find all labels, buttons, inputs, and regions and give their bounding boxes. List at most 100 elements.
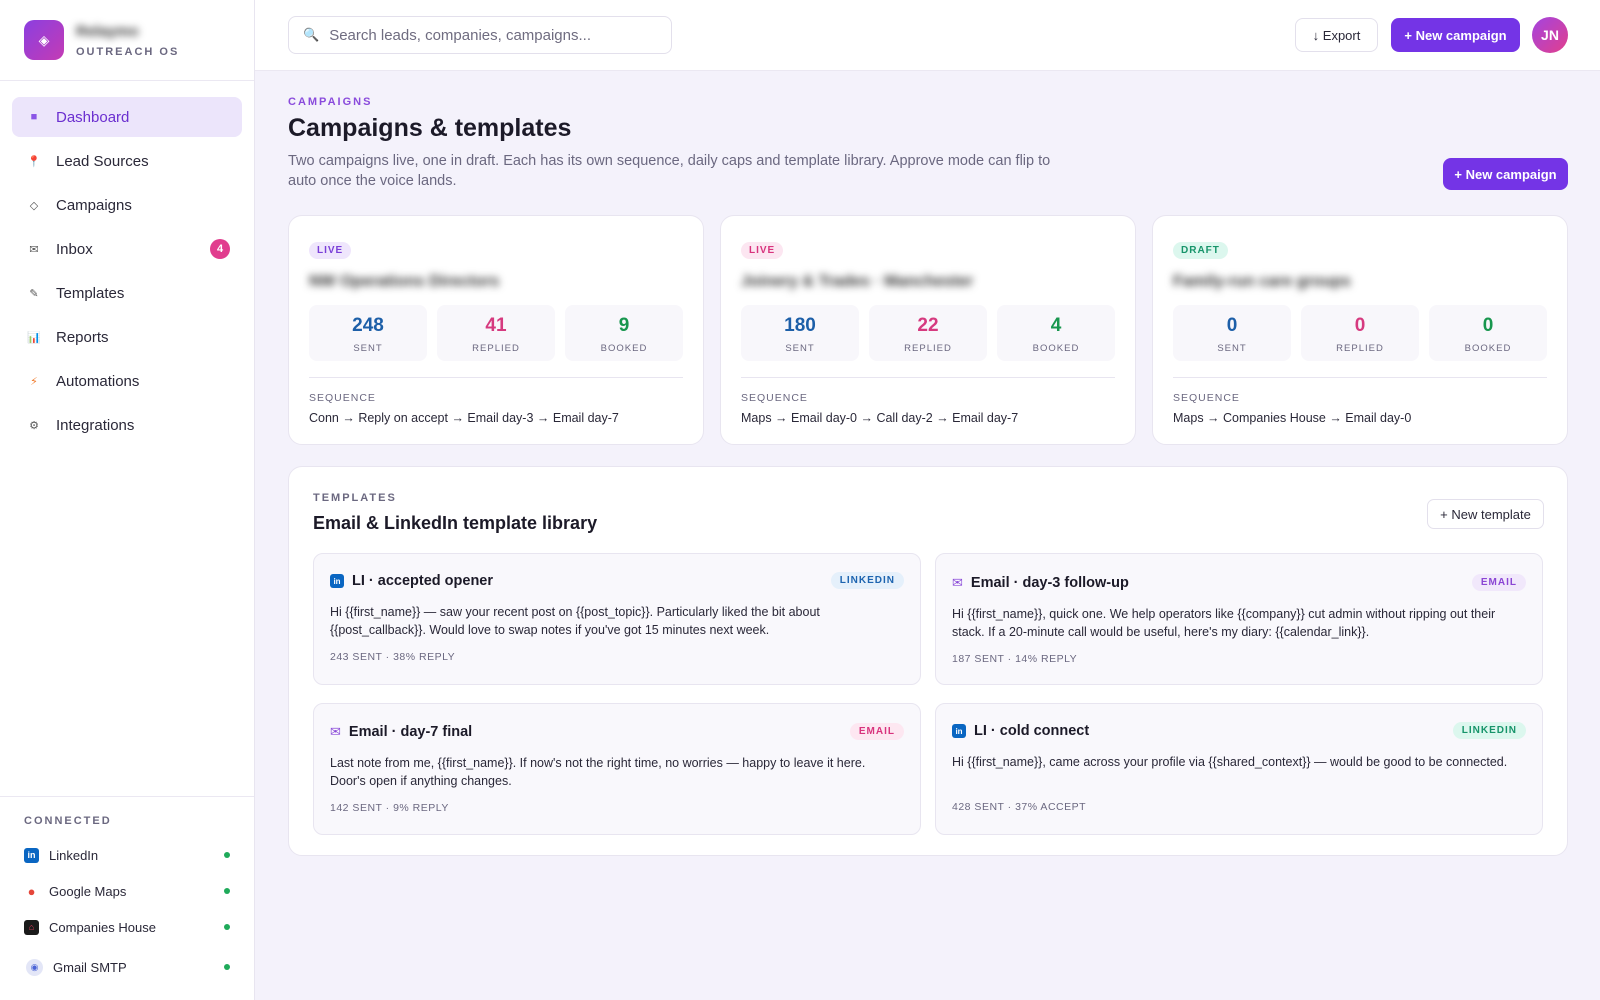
stat-replied: 0 REPLIED bbox=[1301, 305, 1419, 361]
status-dot bbox=[224, 964, 230, 970]
stat-value: 9 bbox=[618, 315, 630, 336]
topbar: 🔍 ↓ Export + New campaign JN bbox=[255, 0, 1600, 71]
sidebar-item-reports[interactable]: 📊 Reports bbox=[12, 317, 242, 357]
campaign-stats: 248 SENT 41 REPLIED 9 BOOKED bbox=[309, 305, 683, 361]
connected-item-companies-house[interactable]: ⌂ Companies House bbox=[24, 909, 230, 945]
stat-label: SENT bbox=[353, 343, 383, 354]
stat-sent: 248 SENT bbox=[309, 305, 427, 361]
template-body: Hi {{first_name}}, came across your prof… bbox=[952, 755, 1508, 769]
sidebar-item-inbox[interactable]: ✉ Inbox 4 bbox=[12, 229, 242, 269]
library-title: Email & LinkedIn template library bbox=[313, 513, 598, 533]
stat-booked: 0 BOOKED bbox=[1429, 305, 1547, 361]
stat-value: 0 bbox=[1482, 315, 1494, 336]
campaign-stats: 180 SENT 22 REPLIED 4 BOOKED bbox=[741, 305, 1115, 361]
bar-chart-icon: 📊 bbox=[27, 331, 41, 344]
template-card[interactable]: in LI · accepted opener LINKEDIN Hi {{fi… bbox=[313, 553, 921, 685]
export-button[interactable]: ↓ Export bbox=[1295, 18, 1378, 52]
pin-icon: 📍 bbox=[27, 155, 41, 168]
connected-item-label: LinkedIn bbox=[49, 847, 99, 863]
status-dot bbox=[224, 852, 230, 858]
campaign-name: Joinery & Trades · Manchester bbox=[741, 273, 974, 290]
stat-booked: 9 BOOKED bbox=[565, 305, 683, 361]
status-badge: DRAFT bbox=[1173, 242, 1228, 259]
stat-label: SENT bbox=[1217, 343, 1247, 354]
stat-label: BOOKED bbox=[600, 343, 648, 354]
companies-house-icon: ⌂ bbox=[24, 919, 39, 935]
stat-value: 41 bbox=[485, 315, 507, 336]
connected-item-gmail-smtp[interactable]: ◉ Gmail SMTP bbox=[24, 949, 230, 985]
new-campaign-button[interactable]: + New campaign bbox=[1391, 18, 1520, 52]
connected-item-google-maps[interactable]: ● Google Maps bbox=[24, 873, 230, 909]
sidebar-item-label: Campaigns bbox=[56, 196, 132, 214]
sidebar-item-dashboard[interactable]: ■ Dashboard bbox=[12, 97, 242, 137]
new-template-button[interactable]: + New template bbox=[1427, 499, 1544, 529]
stat-replied: 22 REPLIED bbox=[869, 305, 987, 361]
search-input[interactable] bbox=[329, 26, 650, 44]
search-box[interactable]: 🔍 bbox=[288, 16, 672, 54]
grid-square-icon: ■ bbox=[30, 111, 38, 123]
sidebar-item-label: Automations bbox=[56, 372, 140, 390]
template-card[interactable]: ✉ Email · day-7 final EMAIL Last note fr… bbox=[313, 703, 921, 835]
diamond-outline-icon: ◇ bbox=[29, 199, 39, 212]
divider bbox=[1173, 377, 1547, 378]
gmail-icon: ◉ bbox=[26, 958, 43, 976]
bolt-icon: ⚡ bbox=[30, 375, 38, 388]
template-title: LI · accepted opener bbox=[352, 573, 494, 589]
sidebar-item-templates[interactable]: ✎ Templates bbox=[12, 273, 242, 313]
stat-sent: 180 SENT bbox=[741, 305, 859, 361]
stat-value: 248 bbox=[352, 315, 384, 336]
stat-replied: 41 REPLIED bbox=[437, 305, 555, 361]
new-campaign-button-main[interactable]: + New campaign bbox=[1443, 158, 1568, 190]
template-body: Last note from me, {{first_name}}. If no… bbox=[330, 756, 866, 788]
template-stats: 187 SENT · 14% REPLY bbox=[952, 653, 1078, 665]
stat-booked: 4 BOOKED bbox=[997, 305, 1115, 361]
sidebar-item-integrations[interactable]: ⚙ Integrations bbox=[12, 405, 242, 445]
stat-value: 0 bbox=[1354, 315, 1366, 336]
linkedin-icon: in bbox=[24, 847, 39, 863]
divider bbox=[309, 377, 683, 378]
connected-item-label: Gmail SMTP bbox=[53, 959, 127, 975]
template-title: Email · day-7 final bbox=[348, 724, 473, 740]
stat-label: BOOKED bbox=[1464, 343, 1512, 354]
stat-sent: 0 SENT bbox=[1173, 305, 1291, 361]
diamond-icon: ◈ bbox=[24, 20, 64, 60]
sequence-title: SEQUENCE bbox=[309, 392, 376, 404]
stat-value: 0 bbox=[1226, 315, 1238, 336]
sidebar-item-lead-sources[interactable]: 📍 Lead Sources bbox=[12, 141, 242, 181]
campaign-card[interactable]: DRAFT Family-run care groups 0 SENT 0 RE… bbox=[1152, 215, 1568, 445]
template-channel-badge: EMAIL bbox=[849, 723, 904, 740]
stat-value: 4 bbox=[1050, 315, 1062, 336]
template-card[interactable]: ✉ Email · day-3 follow-up EMAIL Hi {{fir… bbox=[935, 553, 1543, 685]
template-title: LI · cold connect bbox=[974, 723, 1090, 739]
status-badge: LIVE bbox=[309, 242, 352, 259]
campaign-card[interactable]: LIVE Joinery & Trades · Manchester 180 S… bbox=[720, 215, 1136, 445]
campaign-card[interactable]: LIVE NW Operations Directors 248 SENT 41… bbox=[288, 215, 704, 445]
campaign-stats: 0 SENT 0 REPLIED 0 BOOKED bbox=[1173, 305, 1547, 361]
template-card[interactable]: in LI · cold connect LINKEDIN Hi {{first… bbox=[935, 703, 1543, 835]
template-channel-badge: LINKEDIN bbox=[1452, 722, 1526, 739]
connected-item-linkedin[interactable]: in LinkedIn bbox=[24, 837, 230, 873]
avatar[interactable]: JN bbox=[1532, 17, 1568, 53]
sidebar-item-campaigns[interactable]: ◇ Campaigns bbox=[12, 185, 242, 225]
connected-title: CONNECTED bbox=[24, 815, 112, 827]
connected-item-label: Companies House bbox=[49, 919, 156, 935]
page-eyebrow: CAMPAIGNS bbox=[288, 96, 373, 108]
template-channel-badge: EMAIL bbox=[1471, 574, 1526, 591]
campaign-name: NW Operations Directors bbox=[309, 273, 500, 290]
template-library: TEMPLATES Email & LinkedIn template libr… bbox=[288, 466, 1568, 856]
sidebar-item-automations[interactable]: ⚡ Automations bbox=[12, 361, 242, 401]
brand[interactable]: ◈ Relaymo OUTREACH OS bbox=[0, 0, 254, 81]
sequence-steps: Conn → Reply on accept → Email day-3 → E… bbox=[309, 411, 619, 425]
divider bbox=[741, 377, 1115, 378]
linkedin-icon: in bbox=[952, 724, 966, 738]
sidebar-item-label: Reports bbox=[56, 328, 109, 346]
connected-integrations: CONNECTED in LinkedIn ● Google Maps ⌂ Co… bbox=[0, 796, 254, 985]
campaign-cards: LIVE NW Operations Directors 248 SENT 41… bbox=[288, 215, 1568, 445]
stat-label: BOOKED bbox=[1032, 343, 1080, 354]
mail-icon: ✉ bbox=[952, 575, 963, 590]
campaign-name: Family-run care groups bbox=[1173, 273, 1351, 290]
main-content: CAMPAIGNS Campaigns & templates Two camp… bbox=[288, 71, 1568, 856]
sequence-steps: Maps → Email day-0 → Call day-2 → Email … bbox=[741, 411, 1019, 425]
template-body: Hi {{first_name}}, quick one. We help op… bbox=[952, 607, 1496, 639]
status-badge: LIVE bbox=[741, 242, 784, 259]
